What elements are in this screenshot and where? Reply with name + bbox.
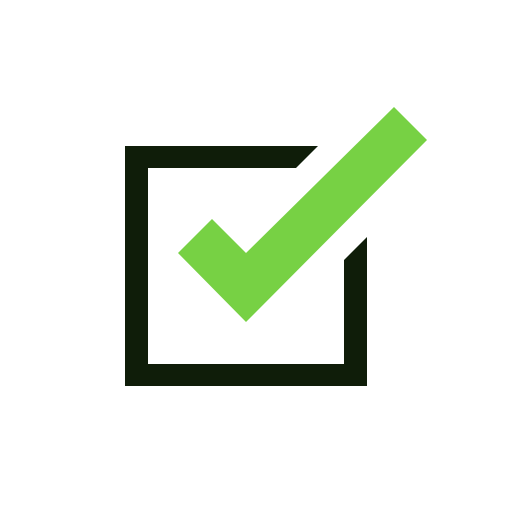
icon-canvas — [0, 0, 512, 512]
checkbox-checked-icon — [125, 107, 427, 386]
checkmark-icon — [178, 107, 427, 322]
